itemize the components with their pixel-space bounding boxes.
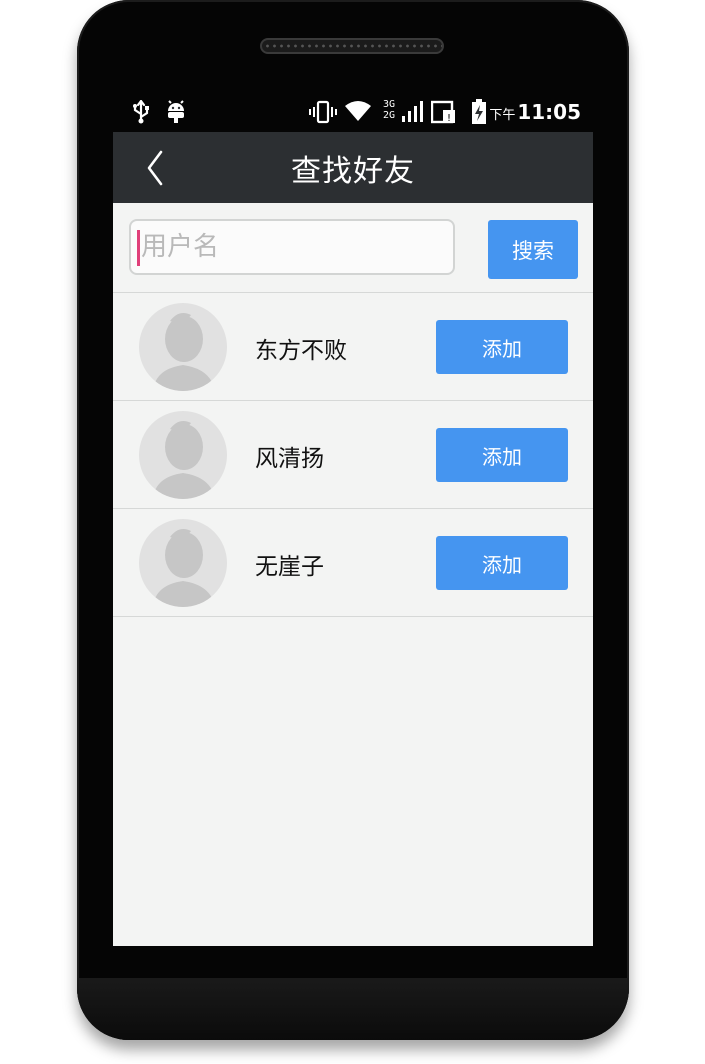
avatar (139, 519, 227, 607)
usb-icon (133, 100, 149, 124)
friend-name: 东方不败 (255, 338, 347, 364)
search-button[interactable]: 搜索 (488, 220, 578, 279)
earpiece-speaker (260, 38, 444, 54)
app-screen: 查找好友 搜索 东方不败 添加 风清扬 添加 (113, 132, 593, 946)
wifi-icon (345, 101, 371, 121)
clock: 下午 11:05 (489, 100, 581, 124)
svg-text:!: ! (447, 113, 451, 124)
username-search-input[interactable] (129, 219, 455, 275)
avatar (139, 303, 227, 391)
user-silhouette-icon (153, 421, 215, 499)
clock-time: 11:05 (517, 100, 581, 124)
list-item: 东方不败 添加 (113, 293, 593, 400)
search-row: 搜索 (113, 203, 593, 293)
add-friend-button[interactable]: 添加 (436, 428, 568, 482)
list-item: 无崖子 添加 (113, 509, 593, 616)
user-silhouette-icon (153, 529, 215, 607)
friend-name: 风清扬 (255, 446, 324, 472)
divider (113, 616, 593, 617)
status-bar: 3G 2G ! 下午 11:05 (113, 90, 593, 132)
list-item: 风清扬 添加 (113, 401, 593, 508)
clock-ampm: 下午 (489, 108, 516, 123)
friend-name: 无崖子 (255, 554, 324, 580)
sim-icon: ! (431, 100, 455, 124)
battery-charging-icon (472, 99, 486, 124)
title-bar: 查找好友 (113, 132, 593, 203)
page-title: 查找好友 (291, 154, 415, 189)
phone-chin (77, 978, 629, 1040)
signal-icon (402, 101, 423, 122)
user-silhouette-icon (153, 313, 215, 391)
add-friend-button[interactable]: 添加 (436, 320, 568, 374)
vibrate-icon (309, 100, 337, 124)
avatar (139, 411, 227, 499)
add-friend-button[interactable]: 添加 (436, 536, 568, 590)
android-debug-icon (168, 100, 184, 123)
text-caret (137, 230, 140, 266)
network-type-label: 3G 2G (383, 99, 396, 121)
